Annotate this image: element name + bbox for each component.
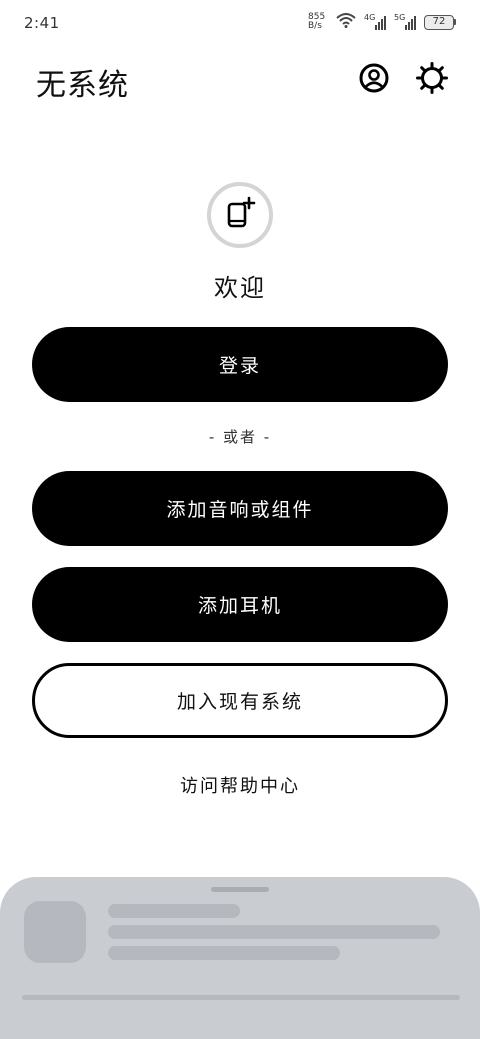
- status-icons: 855 B/s 4G 5G 72: [308, 12, 456, 32]
- join-existing-system-button[interactable]: 加入现有系统: [32, 663, 448, 738]
- battery-icon: 72: [424, 14, 456, 30]
- signal-5g-icon: 5G: [394, 13, 416, 30]
- welcome-heading: 欢迎: [214, 274, 266, 302]
- login-button-label: 登录: [218, 355, 261, 377]
- skeleton-thumbnail: [24, 901, 86, 963]
- add-headphones-button[interactable]: 添加耳机: [32, 567, 448, 642]
- add-device-icon: [222, 195, 258, 235]
- login-button[interactable]: 登录: [32, 327, 448, 402]
- app-title: 无系统: [36, 68, 129, 103]
- add-headphones-button-label: 添加耳机: [197, 595, 282, 617]
- bottom-sheet[interactable]: [0, 877, 480, 1039]
- battery-level: 72: [424, 14, 454, 30]
- settings-button[interactable]: [415, 61, 449, 99]
- skeleton-line: [108, 946, 340, 960]
- add-speaker-or-component-button[interactable]: 添加音响或组件: [32, 471, 448, 546]
- wifi-icon: [336, 12, 356, 32]
- skeleton-footer-bar: [22, 995, 460, 1000]
- skeleton-line: [108, 925, 440, 939]
- account-button[interactable]: [357, 63, 391, 97]
- status-time: 2:41: [24, 14, 60, 32]
- signal-4g-icon: 4G: [364, 13, 386, 30]
- help-center-link[interactable]: 访问帮助中心: [0, 772, 480, 798]
- account-circle-icon: [358, 62, 390, 98]
- network-speed-unit: B/s: [308, 21, 322, 31]
- signal-5g-label: 5G: [394, 13, 406, 22]
- add-device-badge: [207, 182, 273, 248]
- signal-4g-label: 4G: [364, 13, 376, 22]
- skeleton-line: [108, 904, 240, 918]
- join-system-button-label: 加入现有系统: [176, 691, 303, 713]
- or-divider: - 或者 -: [208, 428, 272, 446]
- settings-gear-icon: [415, 61, 449, 99]
- network-speed: 855 B/s: [308, 13, 328, 31]
- sheet-drag-handle[interactable]: [211, 887, 269, 892]
- status-bar: 2:41 855 B/s 4G 5G 72: [0, 0, 480, 46]
- add-speaker-button-label: 添加音响或组件: [166, 499, 314, 521]
